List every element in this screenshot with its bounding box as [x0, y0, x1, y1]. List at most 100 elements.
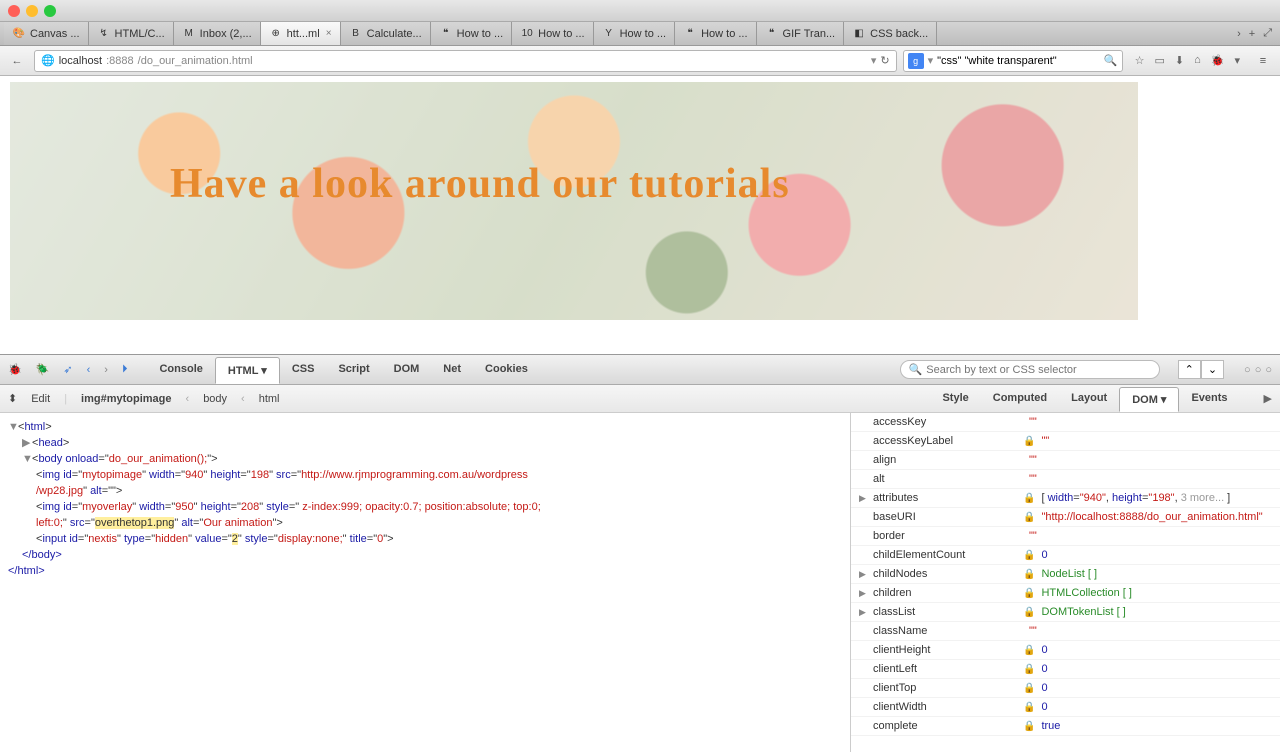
search-dropdown-icon[interactable]: ▾: [928, 54, 934, 67]
url-path: /do_our_animation.html: [138, 55, 253, 67]
url-dropdown-icon[interactable]: ▾: [871, 54, 877, 67]
browser-tab[interactable]: BCalculate...: [341, 22, 431, 45]
tab-overflow-icon[interactable]: ›: [1237, 28, 1241, 40]
toolbar-icon[interactable]: ⬇: [1175, 54, 1184, 67]
sidepanel-tab-computed[interactable]: Computed: [981, 387, 1059, 411]
browser-tab[interactable]: ❝How to ...: [675, 22, 756, 45]
crumb-body[interactable]: body: [203, 393, 227, 405]
tab-label: How to ...: [457, 28, 503, 40]
src-img2[interactable]: <img id="myoverlay" width="950" height="…: [8, 499, 842, 531]
dom-properties-panel[interactable]: accessKey""accessKeyLabel🔒""align""alt""…: [850, 413, 1280, 752]
browser-tab[interactable]: ⊕htt...ml×: [261, 22, 341, 45]
html-source-panel[interactable]: ▼<html> ▶<head> ▼<body onload="do_our_an…: [0, 413, 850, 752]
prop-row[interactable]: alt"": [851, 470, 1280, 489]
toolbar-icon[interactable]: ☆: [1135, 54, 1145, 67]
nav-back-icon[interactable]: ‹: [87, 364, 91, 376]
toolbar-icon[interactable]: ▾: [1234, 54, 1240, 67]
src-body-close[interactable]: </body>: [8, 547, 842, 563]
reload-button[interactable]: ↻: [880, 54, 889, 67]
prop-row[interactable]: ▶children🔒HTMLCollection [ ]: [851, 584, 1280, 603]
search-engine-icon[interactable]: g: [908, 53, 924, 69]
firebug-icon[interactable]: 🐞: [8, 363, 22, 376]
search-bar[interactable]: g ▾ 🔍: [903, 50, 1123, 72]
back-button[interactable]: ←: [6, 50, 28, 72]
crumb-html[interactable]: html: [259, 393, 280, 405]
toolbar-icon[interactable]: 🐞: [1211, 54, 1225, 67]
devtools-tab-html[interactable]: HTML ▾: [215, 357, 280, 384]
devtools-tab-console[interactable]: Console: [147, 357, 214, 383]
edit-toggle-icon[interactable]: ⬍: [8, 392, 17, 405]
banner-text: Have a look around our tutorials: [170, 160, 790, 208]
devtools-search[interactable]: 🔍: [900, 360, 1160, 379]
zoom-window-icon[interactable]: [44, 5, 56, 17]
devtools-toolbar: 🐞 🪲 ➶ ‹ › ⏵ ConsoleHTML ▾CSSScriptDOMNet…: [0, 355, 1280, 385]
step-icon[interactable]: ⏵: [122, 363, 128, 376]
inspect-icon[interactable]: 🪲: [36, 363, 50, 376]
fullscreen-icon[interactable]: ⤢: [1263, 27, 1272, 40]
prop-row[interactable]: baseURI🔒"http://localhost:8888/do_our_an…: [851, 508, 1280, 527]
toolbar-icon[interactable]: ⌂: [1194, 54, 1201, 67]
src-html-close[interactable]: </html>: [8, 563, 842, 579]
src-input[interactable]: <input id="nextis" type="hidden" value="…: [8, 531, 842, 547]
panel-close-icon[interactable]: ○: [1265, 364, 1272, 376]
panel-min-icon[interactable]: ○: [1244, 364, 1251, 376]
new-tab-button[interactable]: +: [1249, 28, 1255, 40]
sidepanel-tab-layout[interactable]: Layout: [1059, 387, 1119, 411]
prop-row[interactable]: accessKeyLabel🔒"": [851, 432, 1280, 451]
minimize-window-icon[interactable]: [26, 5, 38, 17]
prop-row[interactable]: accessKey"": [851, 413, 1280, 432]
address-bar[interactable]: 🌐 localhost:8888/do_our_animation.html ▾…: [34, 50, 897, 72]
browser-tab[interactable]: ❝How to ...: [431, 22, 512, 45]
prop-row[interactable]: ▶childNodes🔒NodeList [ ]: [851, 565, 1280, 584]
close-window-icon[interactable]: [8, 5, 20, 17]
toolbar-icon[interactable]: ▭: [1154, 54, 1164, 67]
browser-tab[interactable]: ◧CSS back...: [844, 22, 937, 45]
prop-row[interactable]: clientWidth🔒0: [851, 698, 1280, 717]
browser-tab[interactable]: 10How to ...: [512, 22, 593, 45]
prop-row[interactable]: clientHeight🔒0: [851, 641, 1280, 660]
devtools-tab-net[interactable]: Net: [431, 357, 473, 383]
devtools-tab-script[interactable]: Script: [326, 357, 381, 383]
window-titlebar: [0, 0, 1280, 22]
browser-tab[interactable]: 🎨Canvas ...: [4, 22, 89, 45]
prop-row[interactable]: align"": [851, 451, 1280, 470]
search-next-button[interactable]: ⌄: [1201, 360, 1224, 379]
prop-row[interactable]: className"": [851, 622, 1280, 641]
devtools-search-input[interactable]: [926, 364, 1150, 376]
devtools-tab-css[interactable]: CSS: [280, 357, 327, 383]
sidepanel-tab-events[interactable]: Events: [1179, 387, 1239, 411]
sidepanel-tab-style[interactable]: Style: [930, 387, 980, 411]
src-img1[interactable]: <img id="mytopimage" width="940" height=…: [8, 467, 842, 499]
site-identity-icon[interactable]: 🌐: [41, 54, 55, 67]
nav-fwd-icon[interactable]: ›: [104, 364, 108, 376]
events-play-icon[interactable]: ▶: [1264, 392, 1272, 405]
prop-row[interactable]: clientTop🔒0: [851, 679, 1280, 698]
devtools-crumbs: ⬍ Edit | img#mytopimage ‹ body ‹ html St…: [0, 385, 1280, 413]
devtools-tab-dom[interactable]: DOM: [382, 357, 432, 383]
search-input[interactable]: [937, 55, 1100, 67]
prop-row[interactable]: childElementCount🔒0: [851, 546, 1280, 565]
favicon-icon: Y: [602, 27, 616, 41]
search-prev-button[interactable]: ⌃: [1178, 360, 1201, 379]
browser-tab[interactable]: ↯HTML/C...: [89, 22, 174, 45]
browser-tab[interactable]: YHow to ...: [594, 22, 675, 45]
prop-row[interactable]: border"": [851, 527, 1280, 546]
devtools-tab-cookies[interactable]: Cookies: [473, 357, 540, 383]
tab-close-icon[interactable]: ×: [326, 28, 332, 39]
crumb-selected[interactable]: img#mytopimage: [81, 393, 171, 405]
prop-row[interactable]: ▶attributes🔒[ width="940", height="198",…: [851, 489, 1280, 508]
panel-pop-icon[interactable]: ○: [1255, 364, 1262, 376]
favicon-icon: 🎨: [12, 27, 26, 41]
browser-tab[interactable]: MInbox (2,...: [174, 22, 261, 45]
prop-row[interactable]: clientLeft🔒0: [851, 660, 1280, 679]
browser-tab[interactable]: ❝GIF Tran...: [757, 22, 845, 45]
prop-row[interactable]: complete🔒true: [851, 717, 1280, 736]
menu-button[interactable]: ≡: [1252, 50, 1274, 72]
prop-row[interactable]: ▶classList🔒DOMTokenList [ ]: [851, 603, 1280, 622]
tab-label: Calculate...: [367, 28, 422, 40]
favicon-icon: ◧: [852, 27, 866, 41]
pointer-icon[interactable]: ➶: [63, 363, 72, 376]
sidepanel-tab-dom[interactable]: DOM ▾: [1119, 387, 1179, 412]
edit-button[interactable]: Edit: [31, 393, 50, 405]
search-go-icon[interactable]: 🔍: [1104, 54, 1118, 67]
